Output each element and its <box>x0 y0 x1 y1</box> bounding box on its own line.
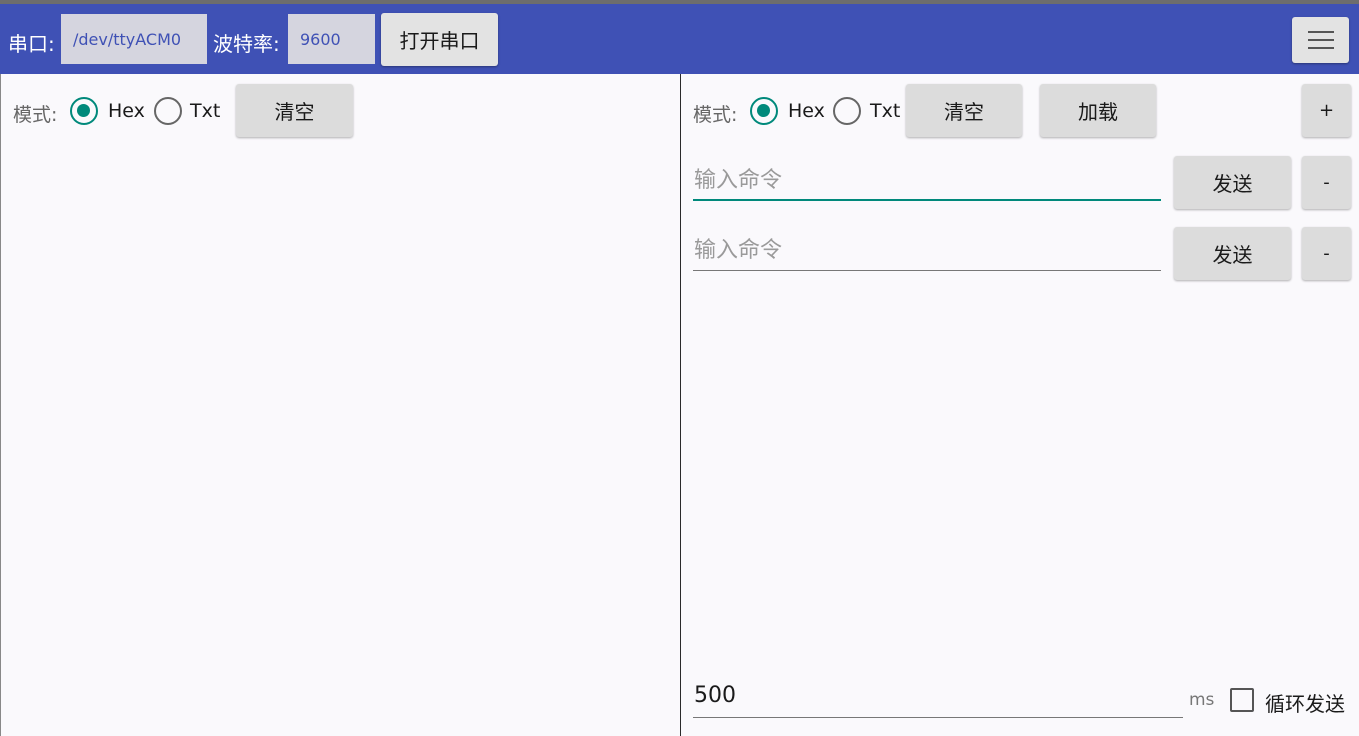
interval-input-underline <box>693 717 1183 718</box>
command-input-underline <box>693 199 1161 201</box>
send-hex-radio[interactable] <box>750 97 778 125</box>
toolbar: 串口: /dev/ttyACM0 波特率: 9600 打开串口 <box>0 4 1359 74</box>
add-command-button[interactable]: + <box>1302 84 1351 137</box>
receive-hex-label: Hex <box>108 100 145 122</box>
loop-send-checkbox[interactable] <box>1230 688 1254 712</box>
receive-clear-button[interactable]: 清空 <box>236 84 353 137</box>
menu-button[interactable] <box>1292 17 1349 63</box>
remove-command-button[interactable]: - <box>1302 156 1351 209</box>
send-button[interactable]: 发送 <box>1174 156 1291 209</box>
send-hex-label: Hex <box>788 100 825 122</box>
command-input[interactable] <box>692 230 1160 270</box>
send-clear-button[interactable]: 清空 <box>906 84 1022 137</box>
loop-send-label: 循环发送 <box>1265 692 1345 716</box>
command-input-underline <box>693 270 1161 271</box>
left-border <box>0 74 1 736</box>
send-txt-label: Txt <box>870 100 901 122</box>
receive-mode-label: 模式: <box>13 104 58 126</box>
baud-label: 波特率: <box>213 32 280 56</box>
panel-divider <box>680 74 681 736</box>
receive-txt-label: Txt <box>190 100 221 122</box>
send-txt-radio[interactable] <box>833 97 861 125</box>
interval-unit-label: ms <box>1189 690 1215 710</box>
command-input[interactable] <box>692 160 1160 200</box>
open-port-button[interactable]: 打开串口 <box>381 13 498 66</box>
baud-field[interactable]: 9600 <box>288 14 375 64</box>
remove-command-button[interactable]: - <box>1302 227 1351 280</box>
send-button[interactable]: 发送 <box>1174 227 1291 280</box>
send-mode-label: 模式: <box>693 104 738 126</box>
receive-hex-radio[interactable] <box>70 97 98 125</box>
port-field[interactable]: /dev/ttyACM0 <box>61 14 207 64</box>
load-button[interactable]: 加载 <box>1040 84 1156 137</box>
interval-input[interactable]: 500 <box>694 683 736 708</box>
receive-txt-radio[interactable] <box>154 97 182 125</box>
port-label: 串口: <box>8 32 55 56</box>
